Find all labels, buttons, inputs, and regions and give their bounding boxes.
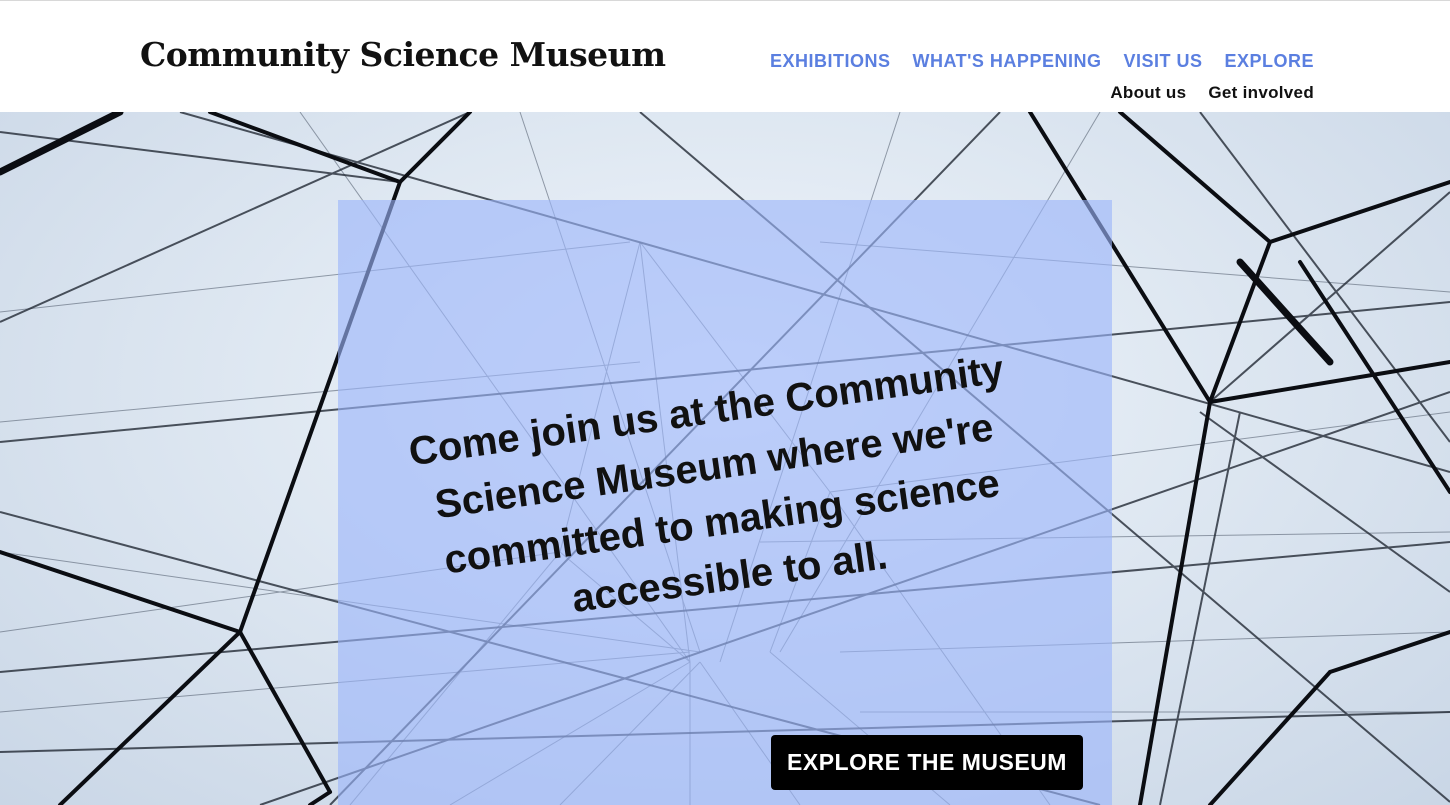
primary-nav: EXHIBITIONS WHAT'S HAPPENING VISIT US EX… [770,49,1314,73]
secondary-nav: About us Get involved [1110,81,1314,105]
nav-link-whats-happening[interactable]: WHAT'S HAPPENING [913,49,1102,73]
hero-section: Come join us at the Community Science Mu… [0,112,1450,805]
nav-link-visit-us[interactable]: VISIT US [1123,49,1202,73]
explore-museum-button[interactable]: EXPLORE THE MUSEUM [771,735,1083,790]
nav-link-get-involved[interactable]: Get involved [1208,81,1314,105]
nav-link-exhibitions[interactable]: EXHIBITIONS [770,49,891,73]
nav-link-explore[interactable]: EXPLORE [1224,49,1314,73]
nav-link-about-us[interactable]: About us [1110,81,1186,105]
page: Community Science Museum EXHIBITIONS WHA… [0,0,1450,805]
site-title[interactable]: Community Science Museum [140,35,666,75]
site-header: Community Science Museum EXHIBITIONS WHA… [0,0,1450,112]
